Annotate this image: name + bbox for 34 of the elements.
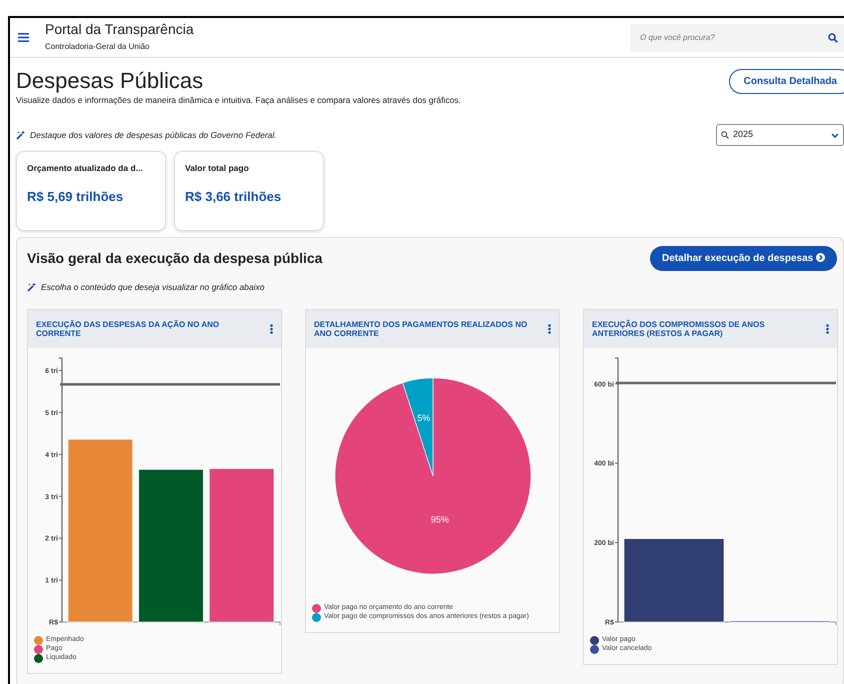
overview-note: Escolha o conteúdo que deseja visualizar no gráfico abaixo (41, 280, 265, 294)
bar[interactable] (624, 538, 724, 622)
pie-slice[interactable] (402, 378, 434, 476)
year-select[interactable]: 2025 (716, 124, 844, 146)
more-options-icon[interactable] (270, 324, 273, 334)
search-field[interactable]: O que você procura? (630, 24, 844, 52)
page-description: Visualize dados e informações de maneira dinâmica e intuitiva. Faça análises e compara valores através dos gráficos. (16, 94, 462, 108)
search-icon (721, 131, 729, 140)
section-title: Visão geral da execução da despesa pública (27, 249, 322, 268)
pie-slice[interactable] (334, 378, 532, 574)
kpi-value: R$ 5,69 trilhões (27, 188, 124, 206)
more-options-icon[interactable] (548, 324, 551, 334)
bar[interactable] (138, 469, 204, 622)
site-title[interactable]: Portal da Transparência (45, 22, 194, 38)
slice-label: 5% (417, 413, 430, 424)
chevron-down-icon (831, 132, 839, 138)
kpi-label: Valor total pago (185, 162, 250, 175)
chart-title: DETALHAMENTO DOS PAGAMENTOS REALIZADOS NO ANO CORRENTE (314, 320, 528, 339)
detail-expenses-button[interactable]: Detalhar execução de despesas (650, 246, 837, 272)
chart-title: EXECUÇÃO DAS DESPESAS DA AÇÃO NO ANO CORRENTE (36, 320, 220, 339)
menu-icon[interactable] (18, 33, 29, 42)
search-icon[interactable] (828, 32, 838, 42)
chart-title: EXECUÇÃO DOS COMPROMISSOS DE ANOS ANTERIORES (RESTOS A PAGAR) (592, 320, 766, 339)
arrow-right-icon (816, 253, 825, 262)
highlight-note: Destaque dos valores de despesas públicas do Governo Federal. (30, 128, 277, 142)
kpi-value: R$ 3,66 trilhões (185, 188, 282, 206)
magic-wand-icon (16, 130, 26, 140)
slice-label: 95% (430, 514, 449, 525)
detailed-query-button[interactable]: Consulta Detalhada (728, 68, 844, 94)
magic-wand-icon (27, 282, 37, 292)
more-options-icon[interactable] (826, 324, 829, 334)
site-subtitle: Controladoria-Geral da União (45, 41, 150, 54)
page-title: Despesas Públicas (16, 68, 204, 94)
kpi-label: Orçamento atualizado da d... (27, 162, 144, 175)
